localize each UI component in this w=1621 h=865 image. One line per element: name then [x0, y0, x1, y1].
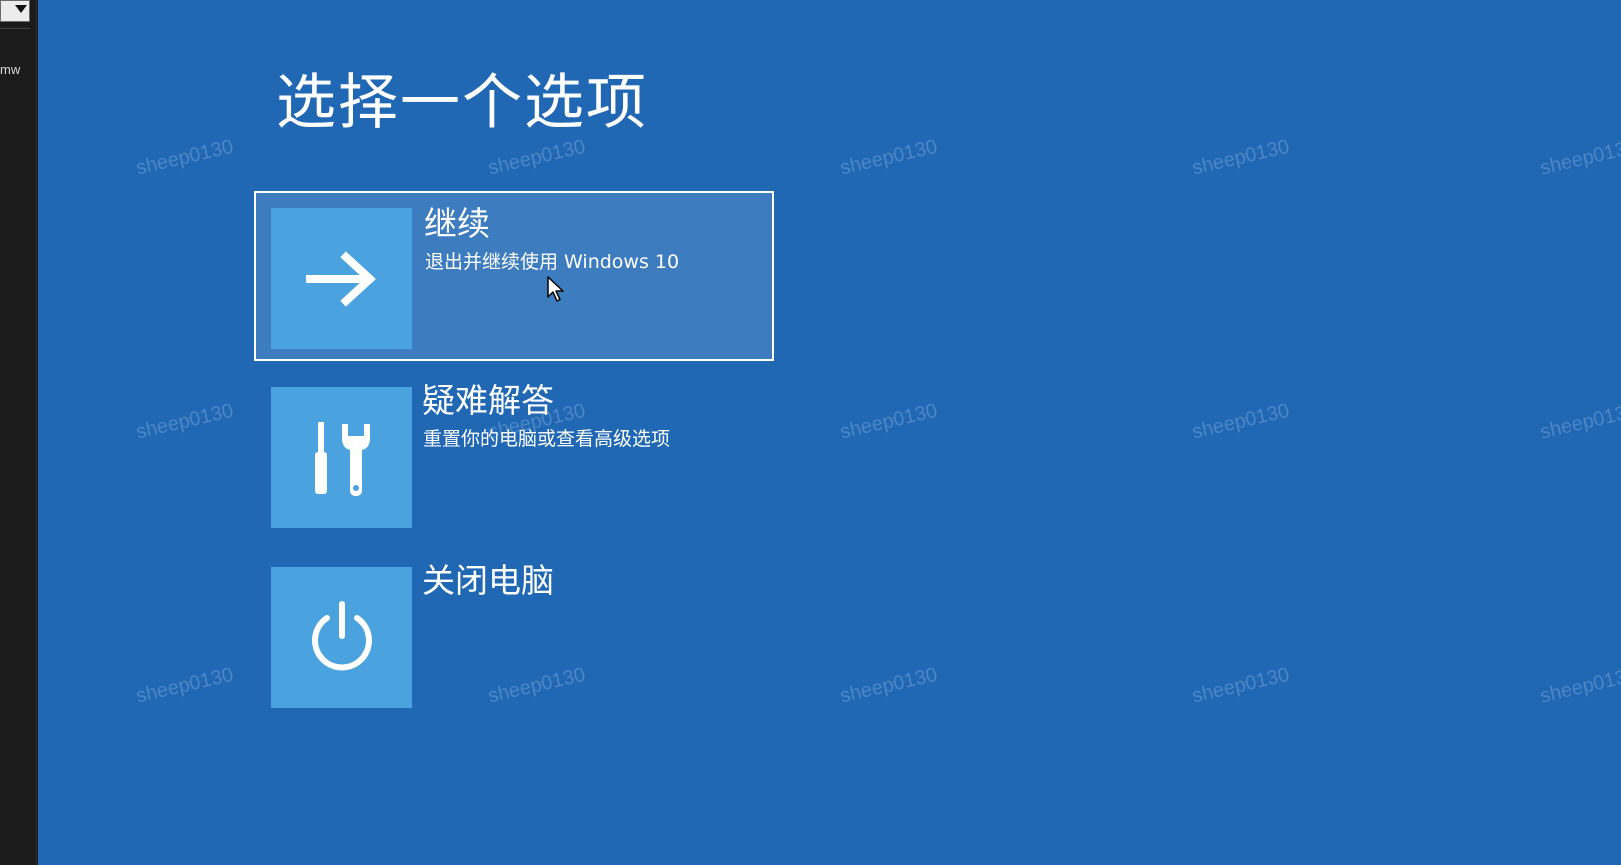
dropdown[interactable] — [0, 0, 30, 22]
watermark: sheep0130 — [838, 663, 940, 708]
watermark: sheep0130 — [838, 135, 940, 180]
continue-tile — [271, 208, 412, 349]
watermark: sheep0130 — [1538, 399, 1621, 444]
power-icon — [311, 600, 372, 670]
strip-text: mw — [0, 62, 21, 77]
continue-option[interactable]: 继续 退出并继续使用 Windows 10 — [254, 191, 774, 361]
troubleshoot-option[interactable]: 疑难解答 重置你的电脑或查看高级选项 — [254, 370, 774, 540]
watermark: sheep0130 — [1190, 663, 1292, 708]
watermark: sheep0130 — [838, 399, 940, 444]
watermark: sheep0130 — [134, 399, 236, 444]
shutdown-option[interactable]: 关闭电脑 — [254, 550, 774, 720]
watermark: sheep0130 — [134, 663, 236, 708]
background-window-strip: mw — [0, 0, 37, 865]
shutdown-tile — [271, 567, 412, 708]
watermark: sheep0130 — [1190, 135, 1292, 180]
watermark: sheep0130 — [134, 135, 236, 180]
continue-description: 退出并继续使用 Windows 10 — [425, 251, 680, 273]
chevron-down-icon — [15, 5, 27, 13]
divider — [0, 28, 30, 29]
recovery-screen: sheep0130 sheep0130 sheep0130 sheep0130 … — [38, 0, 1621, 865]
shutdown-label: 关闭电脑 — [422, 561, 554, 600]
continue-label: 继续 — [424, 204, 490, 243]
tools-icon — [314, 421, 370, 496]
troubleshoot-description: 重置你的电脑或查看高级选项 — [423, 428, 671, 450]
arrow-right-icon — [305, 250, 376, 307]
page-title: 选择一个选项 — [276, 68, 648, 138]
watermark: sheep0130 — [1190, 399, 1292, 444]
watermark: sheep0130 — [486, 135, 588, 180]
troubleshoot-tile — [271, 387, 412, 528]
troubleshoot-label: 疑难解答 — [422, 381, 554, 420]
watermark: sheep0130 — [1538, 135, 1621, 180]
watermark: sheep0130 — [1538, 663, 1621, 708]
